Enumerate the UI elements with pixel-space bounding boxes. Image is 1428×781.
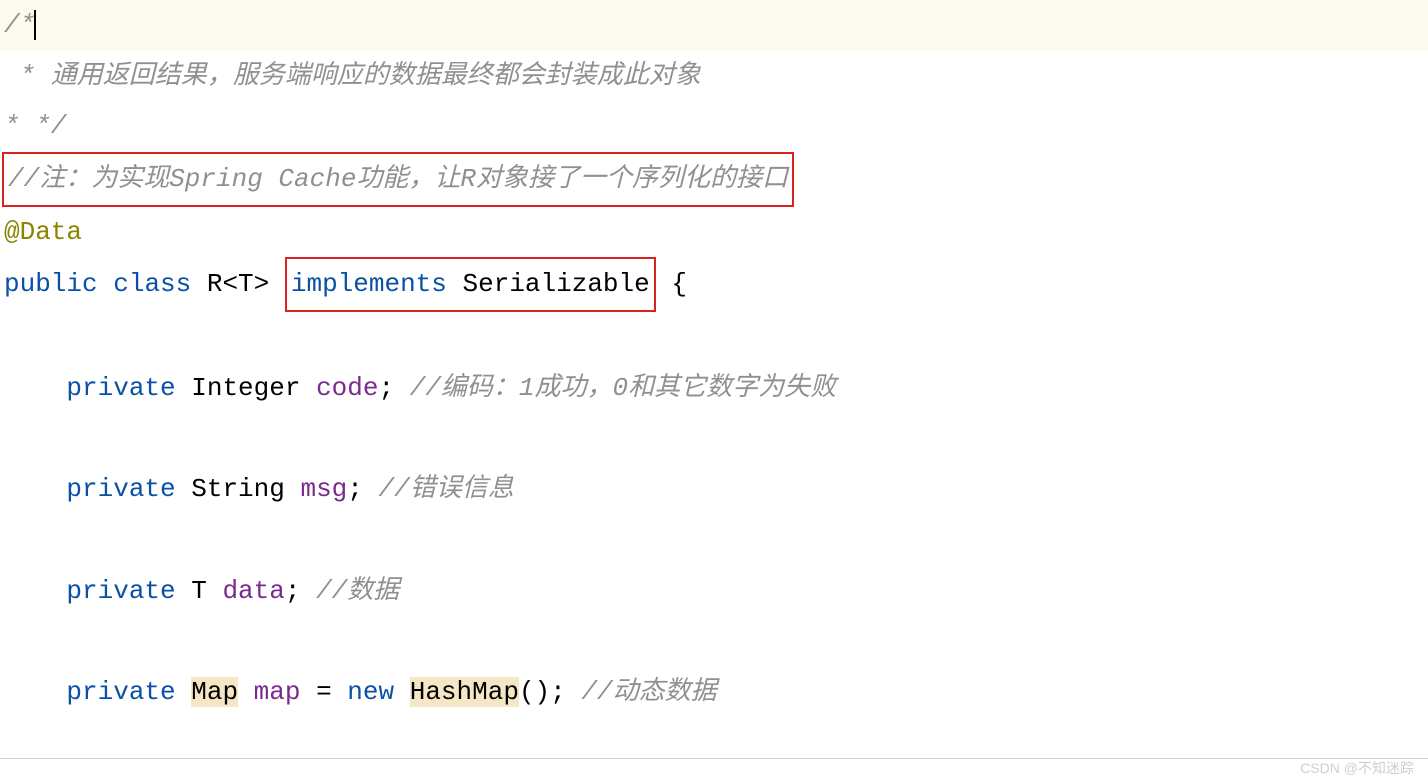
field-code-line: private Integer code; //编码：1成功，0和其它数字为失败 [0,363,1428,414]
watermark: CSDN @不知迷踪 [1300,758,1414,778]
class-decl-line: public class R<T> implements Serializabl… [0,257,1428,312]
annotation-line: @Data [0,207,1428,258]
code-block: /* * 通用返回结果，服务端响应的数据最终都会封装成此对象 * */ //注：… [0,0,1428,718]
implements-box: implements Serializable [285,257,656,312]
text-cursor [34,10,36,40]
field-data-line: private T data; //数据 [0,566,1428,617]
hashmap-type-highlight: HashMap [410,677,519,707]
blank-line [0,515,1428,566]
comment-desc-line: * 通用返回结果，服务端响应的数据最终都会封装成此对象 [0,51,1428,102]
highlighted-note-box: //注：为实现Spring Cache功能，让R对象接了一个序列化的接口 [2,152,794,207]
blank-line [0,414,1428,465]
comment-open-line: /* [0,0,1428,51]
map-type-highlight: Map [191,677,238,707]
comment-close-line: * */ [0,101,1428,152]
field-map-line: private Map map = new HashMap(); //动态数据 [0,667,1428,718]
blank-line [0,312,1428,363]
bottom-divider [0,758,1428,759]
note-line: //注：为实现Spring Cache功能，让R对象接了一个序列化的接口 [0,152,1428,207]
field-msg-line: private String msg; //错误信息 [0,464,1428,515]
blank-line [0,616,1428,667]
